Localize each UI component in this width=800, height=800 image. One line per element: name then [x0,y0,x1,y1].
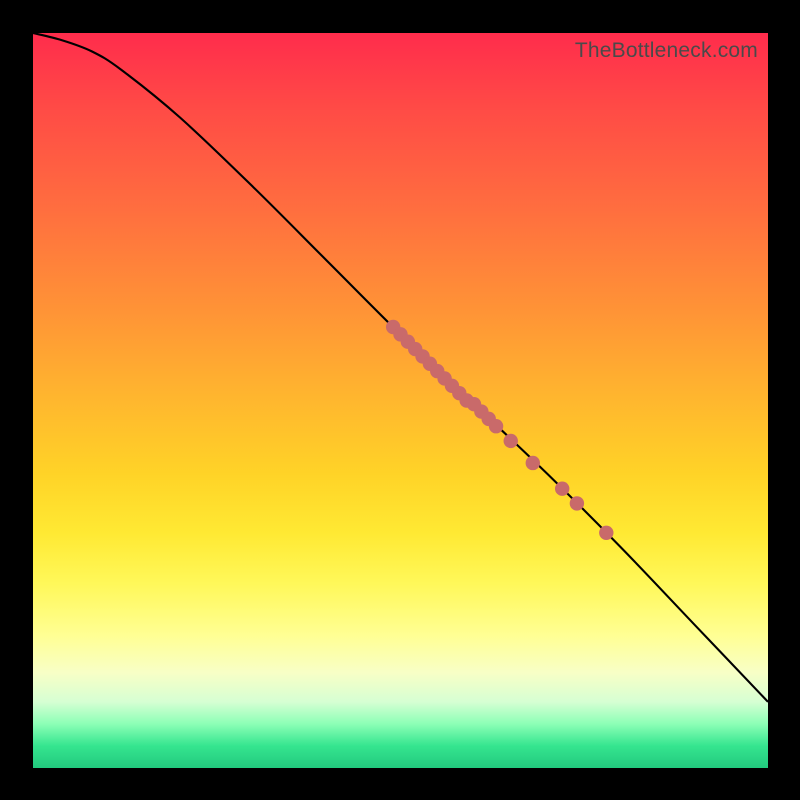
sample-point [570,496,584,510]
chart-frame: TheBottleneck.com [0,0,800,800]
sample-point [489,419,503,433]
sample-point [599,526,613,540]
sample-point [526,456,540,470]
sample-point [555,482,569,496]
chart-svg [33,33,768,768]
sample-points-group [386,320,614,540]
sample-point [504,434,518,448]
bottleneck-curve [33,33,768,702]
plot-area: TheBottleneck.com [33,33,768,768]
